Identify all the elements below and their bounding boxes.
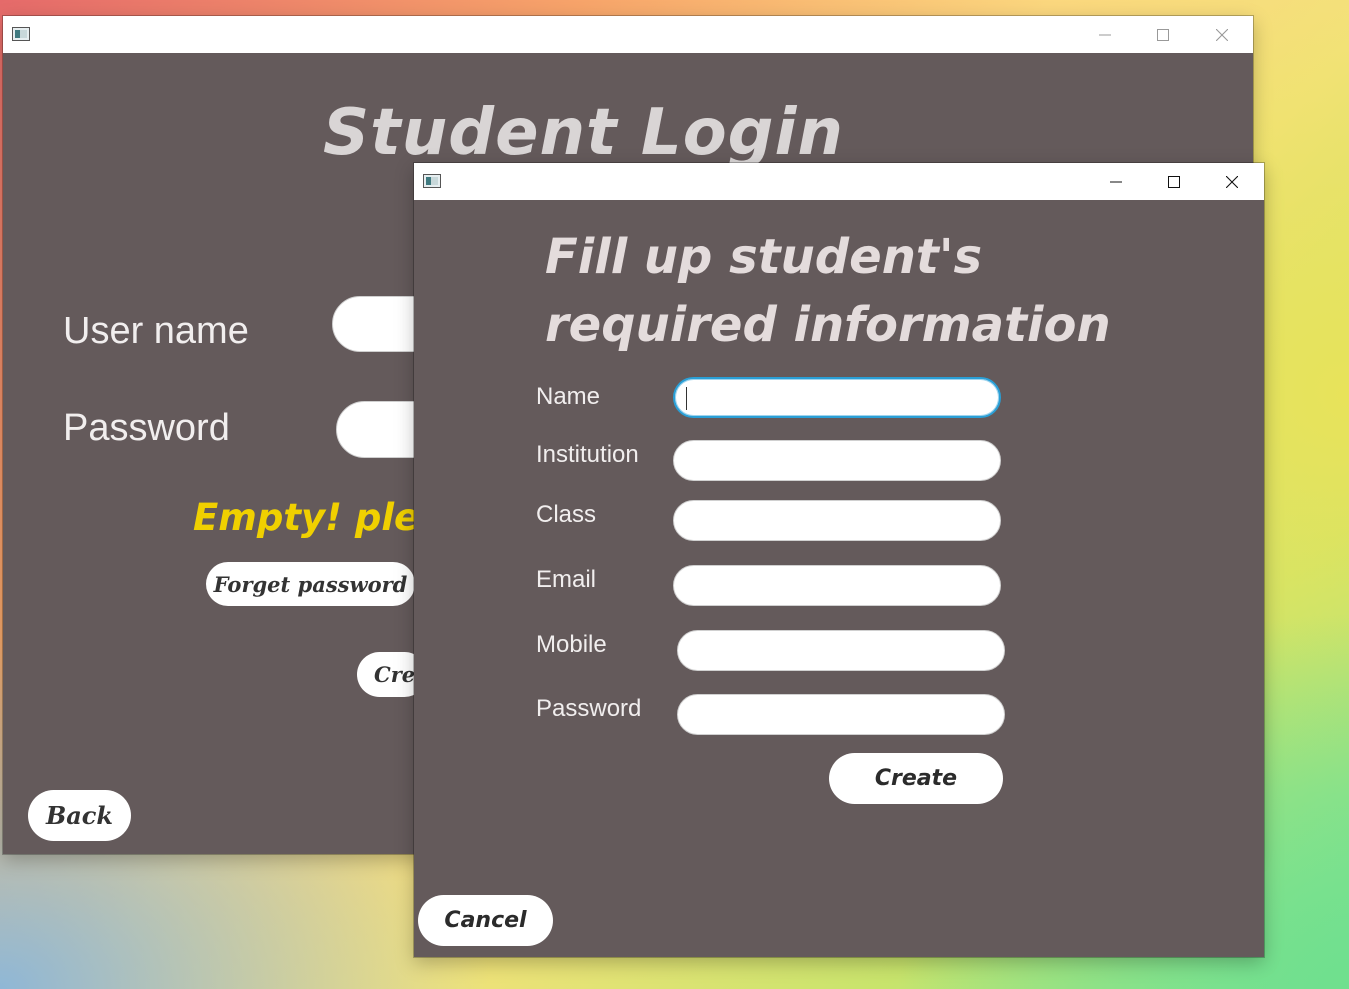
password-input[interactable]: [677, 694, 1005, 735]
login-title: Student Login: [323, 96, 844, 170]
minimize-icon: [1099, 34, 1111, 35]
name-input[interactable]: [673, 377, 1001, 418]
class-input[interactable]: [673, 500, 1001, 541]
back-button[interactable]: Back: [28, 790, 131, 841]
password-label: Password: [536, 695, 642, 722]
email-label: Email: [536, 566, 597, 593]
close-icon: [1216, 28, 1228, 41]
username-label: User name: [63, 310, 249, 352]
form-title: Fill up student's required information: [545, 229, 1111, 353]
maximize-icon: [1157, 28, 1169, 41]
text-caret: [686, 387, 687, 410]
form-titlebar[interactable]: [414, 163, 1264, 200]
student-registration-window: Fill up student's required information N…: [414, 163, 1264, 957]
maximize-button[interactable]: [1134, 16, 1192, 53]
close-button[interactable]: [1203, 163, 1261, 200]
mobile-input[interactable]: [677, 630, 1005, 671]
forget-password-button[interactable]: Forget password: [206, 562, 415, 606]
email-input[interactable]: [673, 565, 1001, 606]
maximize-button[interactable]: [1145, 163, 1203, 200]
app-icon: [423, 174, 441, 188]
login-titlebar[interactable]: [3, 16, 1253, 53]
institution-label: Institution: [536, 441, 639, 468]
close-icon: [1226, 175, 1238, 188]
institution-input[interactable]: [673, 440, 1001, 481]
password-label: Password: [63, 407, 230, 449]
maximize-icon: [1168, 175, 1180, 188]
name-label: Name: [536, 383, 601, 410]
close-button[interactable]: [1193, 16, 1251, 53]
minimize-icon: [1110, 181, 1122, 182]
mobile-label: Mobile: [536, 631, 607, 658]
app-icon: [12, 27, 30, 41]
class-label: Class: [536, 501, 597, 528]
minimize-button[interactable]: [1087, 163, 1145, 200]
cancel-button[interactable]: Cancel: [418, 895, 553, 946]
minimize-button[interactable]: [1076, 16, 1134, 53]
create-button[interactable]: Create: [829, 753, 1003, 804]
